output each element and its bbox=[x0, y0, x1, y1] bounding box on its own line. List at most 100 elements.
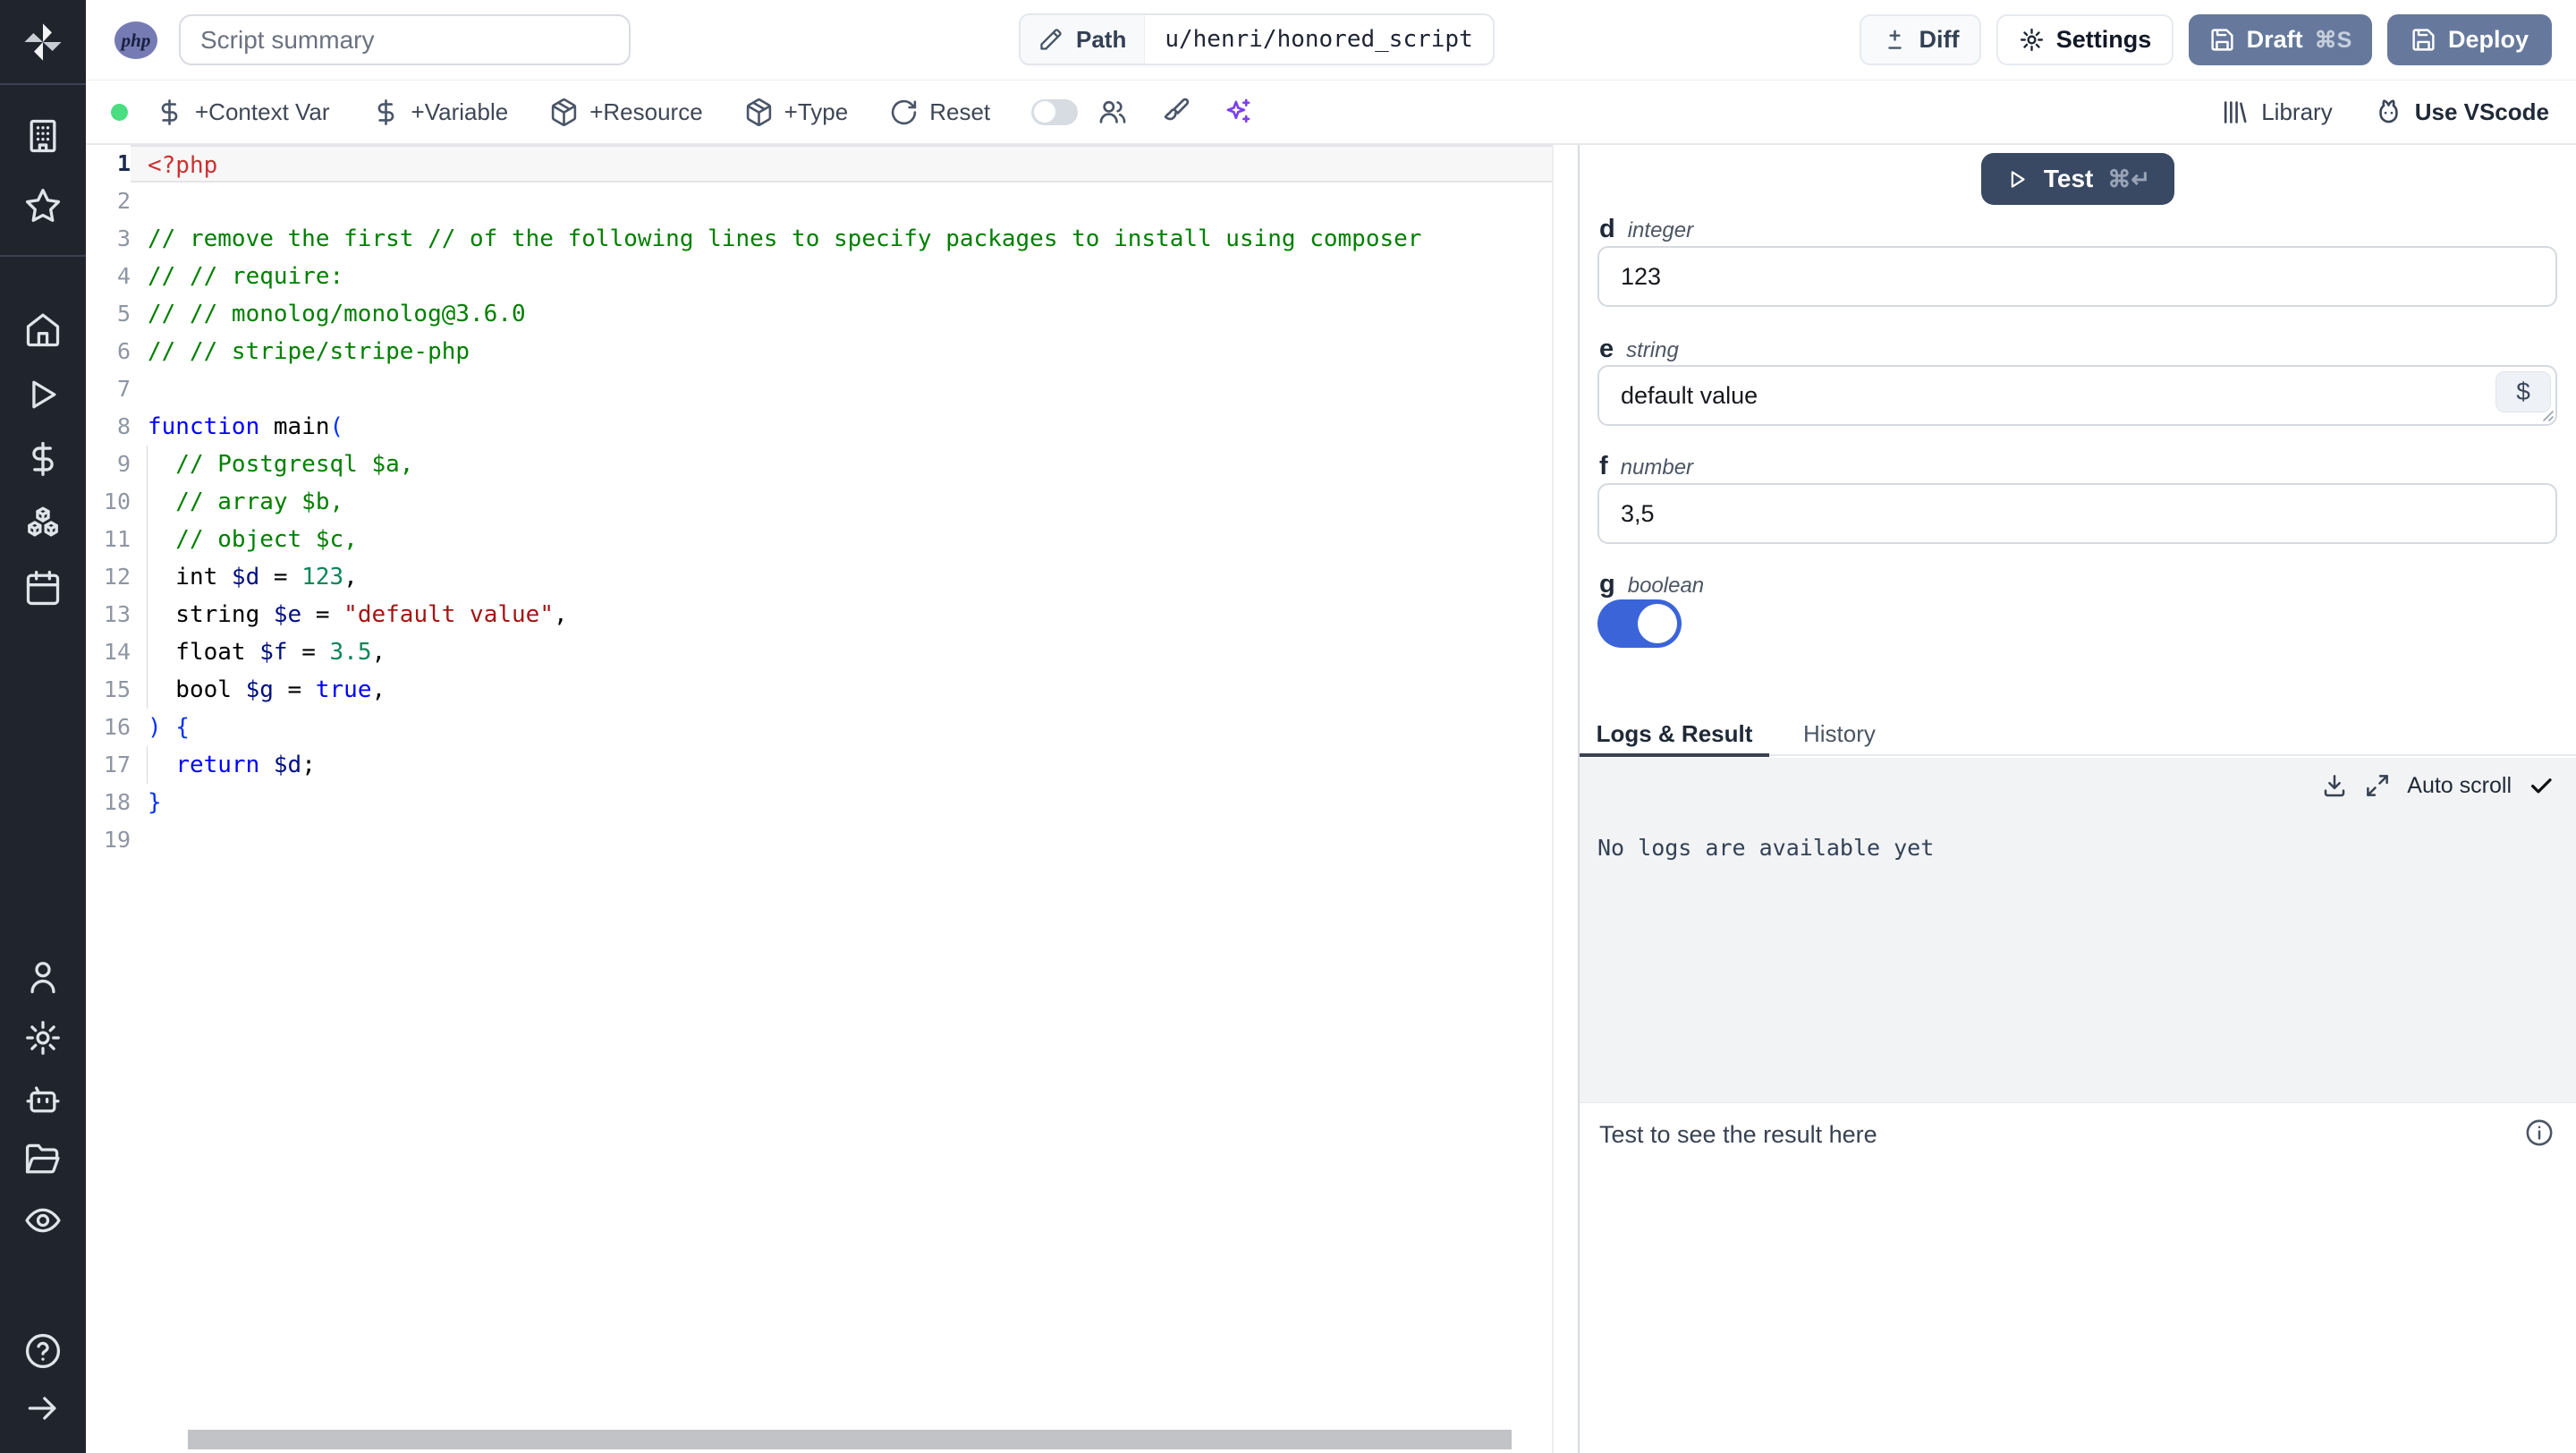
reset-label: Reset bbox=[929, 98, 991, 125]
sidebar-item-boxes[interactable] bbox=[0, 491, 86, 556]
editor-toolbar: +Context Var +Variable +Resource +Type R… bbox=[86, 81, 2576, 145]
sidebar-item-building[interactable] bbox=[0, 101, 86, 171]
arrow-right-icon bbox=[28, 1397, 56, 1420]
arg-g-toggle[interactable] bbox=[1597, 599, 1682, 648]
robot-icon bbox=[26, 1086, 60, 1113]
sidebar-group-main bbox=[0, 257, 86, 620]
line-number: 19 bbox=[103, 827, 131, 853]
script-summary-input[interactable] bbox=[179, 14, 631, 65]
arg-name: e bbox=[1599, 335, 1614, 363]
ai-assistant-button[interactable] bbox=[1223, 97, 1253, 127]
folder-open-icon bbox=[25, 1143, 60, 1174]
topbar: php Path u/henri/honored_script Diff Set… bbox=[86, 0, 2576, 81]
add-context-var-button[interactable]: +Context Var bbox=[155, 98, 330, 127]
arg-e-label: e string bbox=[1599, 335, 1679, 364]
library-label: Library bbox=[2261, 98, 2333, 125]
arg-e-input[interactable] bbox=[1597, 365, 2557, 426]
arg-type: string bbox=[1626, 338, 1679, 362]
arg-d-label: d integer bbox=[1599, 215, 1693, 244]
result-placeholder: Test to see the result here bbox=[1599, 1121, 1877, 1148]
download-icon[interactable] bbox=[2321, 772, 2348, 799]
auto-scroll-label: Auto scroll bbox=[2407, 772, 2512, 798]
sidebar-item-calendar[interactable] bbox=[0, 556, 86, 620]
code-content: // Postgresql $a, bbox=[131, 446, 1552, 483]
draft-button[interactable]: Draft ⌘S bbox=[2189, 14, 2372, 65]
line-number: 14 bbox=[103, 639, 131, 665]
sidebar-item-arrow-right[interactable] bbox=[0, 1380, 86, 1437]
diff-mode-toggle[interactable] bbox=[1031, 98, 1079, 125]
reset-button[interactable]: Reset bbox=[889, 98, 990, 127]
diff-icon bbox=[1887, 30, 1902, 49]
tab-logs-result[interactable]: Logs & Result bbox=[1580, 713, 1769, 757]
code-line-1: 1 <?php bbox=[86, 145, 1552, 183]
result-tabs: Logs & Result History bbox=[1580, 713, 2576, 757]
deploy-button[interactable]: Deploy bbox=[2387, 14, 2552, 65]
sidebar-item-play[interactable] bbox=[0, 362, 86, 427]
line-number: 18 bbox=[103, 789, 131, 815]
code-content: function main( bbox=[148, 413, 344, 440]
collaborators-button[interactable] bbox=[1097, 97, 1128, 127]
check-icon[interactable] bbox=[2528, 772, 2555, 799]
tab-history[interactable]: History bbox=[1769, 713, 1910, 754]
code-line-11: 11 // object $c, bbox=[86, 521, 1552, 558]
code-line-4: 4 // // require: bbox=[86, 258, 1552, 295]
calendar-icon bbox=[26, 570, 60, 606]
format-code-button[interactable] bbox=[1160, 97, 1191, 127]
code-content bbox=[131, 821, 1552, 859]
code-line-13: 13 string $e = "default value", bbox=[86, 596, 1552, 633]
settings-button[interactable]: Settings bbox=[1996, 14, 2174, 65]
indent-guide bbox=[147, 558, 148, 596]
sidebar-item-robot[interactable] bbox=[0, 1068, 86, 1129]
expand-icon[interactable] bbox=[2364, 772, 2391, 799]
diff-button[interactable]: Diff bbox=[1860, 14, 1981, 65]
test-shortcut: ⌘↵ bbox=[2107, 165, 2151, 192]
code-line-3: 3 // remove the first // of the following… bbox=[86, 220, 1552, 258]
add-context-var-label: +Context Var bbox=[195, 98, 330, 125]
add-resource-button[interactable]: +Resource bbox=[549, 98, 703, 127]
arg-g-label: g boolean bbox=[1599, 570, 1704, 599]
horizontal-scrollbar[interactable] bbox=[188, 1430, 1512, 1449]
sidebar-item-folder-open[interactable] bbox=[0, 1129, 86, 1190]
textarea-resize-grip[interactable] bbox=[2538, 406, 2555, 422]
arg-f-input[interactable] bbox=[1597, 483, 2557, 544]
sidebar-item-help-circle[interactable] bbox=[0, 1322, 86, 1380]
indent-guide bbox=[147, 671, 148, 709]
line-number: 7 bbox=[116, 376, 131, 402]
eye-icon bbox=[25, 1208, 61, 1233]
use-vscode-button[interactable]: Use VScode bbox=[2374, 98, 2549, 127]
info-icon[interactable] bbox=[2524, 1117, 2555, 1148]
arg-d-input[interactable] bbox=[1597, 246, 2557, 307]
sidebar-item-dollar[interactable] bbox=[0, 427, 86, 491]
dollar-icon bbox=[161, 98, 178, 125]
code-content: // // stripe/stripe-php bbox=[148, 338, 470, 365]
arg-name: d bbox=[1599, 215, 1615, 243]
code-editor[interactable]: 1 <?php 2 3// remove the first // of the fo… bbox=[86, 145, 1554, 1453]
indent-guide bbox=[147, 633, 148, 671]
sidebar-item-star[interactable] bbox=[0, 171, 86, 241]
gear-icon bbox=[2020, 28, 2043, 52]
library-button[interactable]: Library bbox=[2220, 98, 2333, 127]
path-field[interactable]: Path u/henri/honored_script bbox=[1019, 13, 1495, 65]
test-button[interactable]: Test ⌘↵ bbox=[1981, 153, 2174, 205]
code-content: string $e = "default value", bbox=[131, 596, 1552, 633]
code-line-2: 2 bbox=[86, 183, 1552, 220]
user-icon bbox=[30, 962, 55, 994]
code-content: <?php bbox=[131, 145, 1552, 183]
code-line-15: 15 bool $g = true, bbox=[86, 671, 1552, 709]
sidebar-item-eye[interactable] bbox=[0, 1190, 86, 1251]
arg-name: f bbox=[1599, 452, 1608, 480]
sidebar-item-home[interactable] bbox=[0, 298, 86, 362]
pencil-icon bbox=[1040, 29, 1062, 50]
boxes-icon bbox=[28, 506, 58, 537]
indent-guide bbox=[147, 746, 148, 784]
code-content: bool $g = true, bbox=[131, 671, 1552, 709]
code-content: // object $c, bbox=[131, 521, 1552, 558]
windmill-logo[interactable] bbox=[0, 0, 86, 85]
code-line-18: 18} bbox=[86, 784, 1552, 821]
no-logs-message: No logs are available yet bbox=[1597, 835, 1935, 861]
add-variable-button[interactable]: +Variable bbox=[371, 98, 508, 127]
sidebar-item-gear[interactable] bbox=[0, 1007, 86, 1068]
resize-grip-icon bbox=[2543, 411, 2554, 421]
sidebar-item-user[interactable] bbox=[0, 947, 86, 1007]
add-type-button[interactable]: +Type bbox=[744, 98, 848, 127]
